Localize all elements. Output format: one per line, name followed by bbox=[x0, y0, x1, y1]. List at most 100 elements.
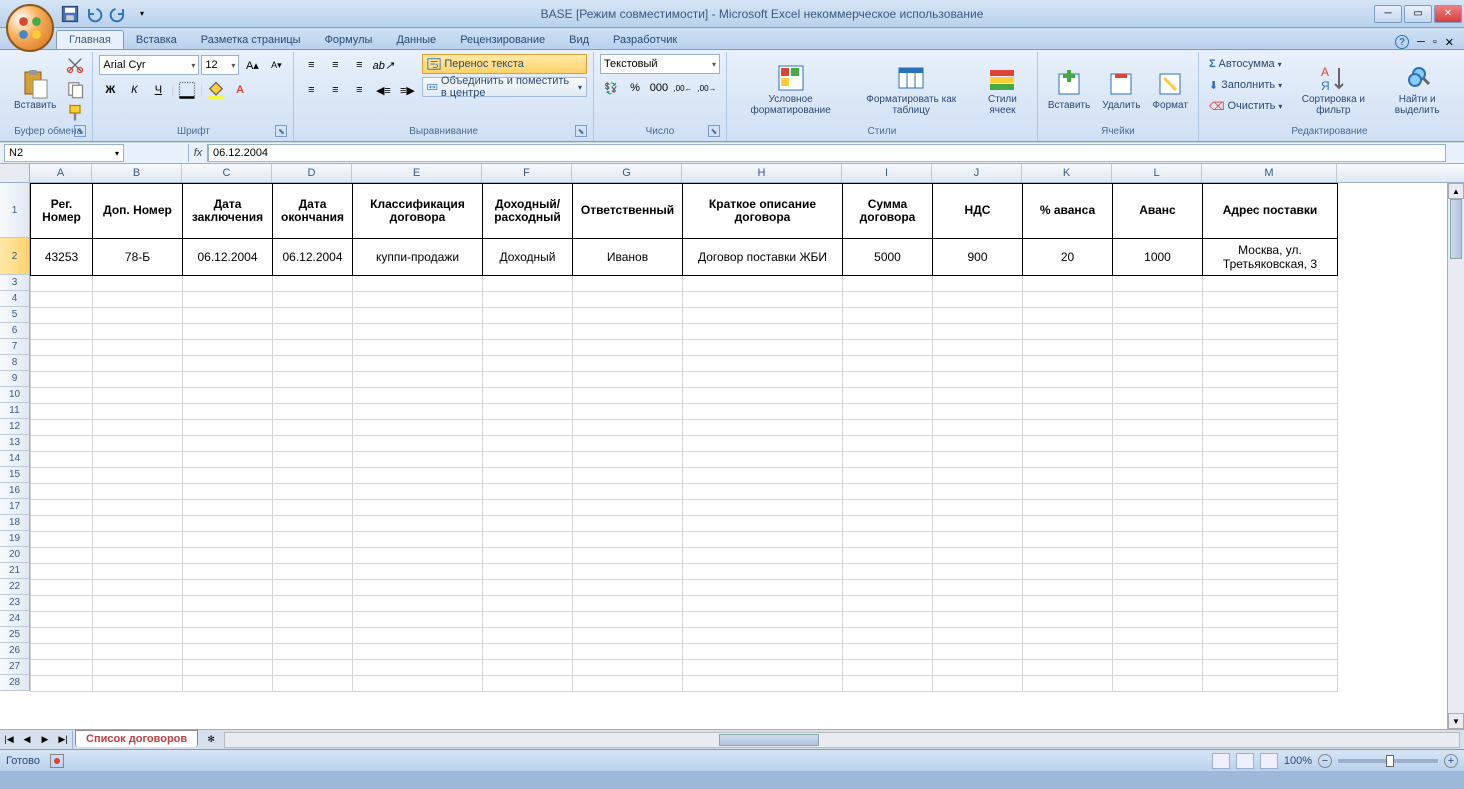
cut-icon[interactable] bbox=[64, 54, 86, 76]
empty-cell[interactable] bbox=[933, 532, 1023, 548]
autosum-button[interactable]: Σ Автосумма ▾ bbox=[1205, 54, 1286, 74]
empty-cell[interactable] bbox=[683, 564, 843, 580]
find-select-button[interactable]: Найти и выделить bbox=[1380, 54, 1454, 124]
empty-cell[interactable] bbox=[683, 676, 843, 692]
empty-cell[interactable] bbox=[353, 628, 483, 644]
header-cell[interactable]: Аванс bbox=[1113, 184, 1203, 239]
number-launcher-icon[interactable]: ⬊ bbox=[708, 125, 720, 137]
empty-cell[interactable] bbox=[273, 452, 353, 468]
empty-cell[interactable] bbox=[353, 516, 483, 532]
empty-cell[interactable] bbox=[31, 404, 93, 420]
empty-cell[interactable] bbox=[1203, 452, 1338, 468]
minimize-button[interactable]: ─ bbox=[1374, 5, 1402, 23]
empty-cell[interactable] bbox=[1023, 404, 1113, 420]
row-header[interactable]: 15 bbox=[0, 467, 29, 483]
empty-cell[interactable] bbox=[1023, 468, 1113, 484]
row-header[interactable]: 23 bbox=[0, 595, 29, 611]
empty-cell[interactable] bbox=[1113, 628, 1203, 644]
tab-formulas[interactable]: Формулы bbox=[313, 31, 385, 49]
empty-cell[interactable] bbox=[1203, 468, 1338, 484]
qat-customize-icon[interactable]: ▾ bbox=[132, 4, 152, 24]
empty-cell[interactable] bbox=[183, 548, 273, 564]
empty-cell[interactable] bbox=[1113, 676, 1203, 692]
empty-cell[interactable] bbox=[1113, 516, 1203, 532]
empty-cell[interactable] bbox=[183, 628, 273, 644]
empty-cell[interactable] bbox=[683, 628, 843, 644]
conditional-format-button[interactable]: Условное форматирование bbox=[733, 54, 848, 124]
empty-cell[interactable] bbox=[1113, 292, 1203, 308]
empty-cell[interactable] bbox=[183, 404, 273, 420]
empty-cell[interactable] bbox=[843, 516, 933, 532]
column-header[interactable]: H bbox=[682, 164, 842, 182]
format-painter-icon[interactable] bbox=[64, 102, 86, 124]
empty-cell[interactable] bbox=[843, 468, 933, 484]
clear-button[interactable]: ⌫ Очистить ▾ bbox=[1205, 96, 1286, 116]
empty-cell[interactable] bbox=[933, 276, 1023, 292]
empty-cell[interactable] bbox=[933, 612, 1023, 628]
empty-cell[interactable] bbox=[1113, 436, 1203, 452]
row-header[interactable]: 3 bbox=[0, 275, 29, 291]
empty-cell[interactable] bbox=[933, 452, 1023, 468]
empty-cell[interactable] bbox=[933, 372, 1023, 388]
empty-cell[interactable] bbox=[843, 500, 933, 516]
empty-cell[interactable] bbox=[31, 292, 93, 308]
empty-cell[interactable] bbox=[1113, 468, 1203, 484]
empty-cell[interactable] bbox=[573, 420, 683, 436]
empty-cell[interactable] bbox=[183, 420, 273, 436]
empty-cell[interactable] bbox=[93, 292, 183, 308]
empty-cell[interactable] bbox=[1023, 340, 1113, 356]
empty-cell[interactable] bbox=[93, 644, 183, 660]
empty-cell[interactable] bbox=[483, 468, 573, 484]
comma-icon[interactable]: 000 bbox=[648, 77, 670, 99]
underline-icon[interactable]: Ч bbox=[147, 79, 169, 101]
empty-cell[interactable] bbox=[273, 356, 353, 372]
empty-cell[interactable] bbox=[933, 388, 1023, 404]
empty-cell[interactable] bbox=[683, 596, 843, 612]
row-header[interactable]: 25 bbox=[0, 627, 29, 643]
clipboard-launcher-icon[interactable]: ⬊ bbox=[74, 125, 86, 137]
empty-cell[interactable] bbox=[93, 532, 183, 548]
empty-cell[interactable] bbox=[31, 548, 93, 564]
zoom-level[interactable]: 100% bbox=[1284, 755, 1312, 767]
row-header[interactable]: 20 bbox=[0, 547, 29, 563]
row-header[interactable]: 13 bbox=[0, 435, 29, 451]
sheet-nav-prev-icon[interactable]: ◀ bbox=[18, 731, 36, 749]
empty-cell[interactable] bbox=[31, 596, 93, 612]
empty-cell[interactable] bbox=[353, 676, 483, 692]
empty-cell[interactable] bbox=[183, 644, 273, 660]
empty-cell[interactable] bbox=[843, 356, 933, 372]
empty-cell[interactable] bbox=[483, 516, 573, 532]
empty-cell[interactable] bbox=[843, 324, 933, 340]
empty-cell[interactable] bbox=[1023, 484, 1113, 500]
empty-cell[interactable] bbox=[31, 356, 93, 372]
empty-cell[interactable] bbox=[273, 532, 353, 548]
empty-cell[interactable] bbox=[933, 292, 1023, 308]
empty-cell[interactable] bbox=[31, 564, 93, 580]
empty-cell[interactable] bbox=[1023, 356, 1113, 372]
empty-cell[interactable] bbox=[93, 356, 183, 372]
row-header[interactable]: 17 bbox=[0, 499, 29, 515]
empty-cell[interactable] bbox=[31, 468, 93, 484]
empty-cell[interactable] bbox=[843, 660, 933, 676]
header-cell[interactable]: Классификация договора bbox=[353, 184, 483, 239]
empty-cell[interactable] bbox=[273, 548, 353, 564]
empty-cell[interactable] bbox=[933, 468, 1023, 484]
empty-cell[interactable] bbox=[183, 580, 273, 596]
empty-cell[interactable] bbox=[1023, 660, 1113, 676]
empty-cell[interactable] bbox=[1113, 340, 1203, 356]
empty-cell[interactable] bbox=[31, 436, 93, 452]
header-cell[interactable]: Доп. Номер bbox=[93, 184, 183, 239]
row-header[interactable]: 2 bbox=[0, 238, 29, 275]
header-cell[interactable]: Дата заключения bbox=[183, 184, 273, 239]
empty-cell[interactable] bbox=[573, 564, 683, 580]
empty-cell[interactable] bbox=[93, 388, 183, 404]
empty-cell[interactable] bbox=[1023, 452, 1113, 468]
empty-cell[interactable] bbox=[1113, 564, 1203, 580]
empty-cell[interactable] bbox=[573, 532, 683, 548]
empty-cell[interactable] bbox=[93, 468, 183, 484]
number-format-combo[interactable]: Текстовый▾ bbox=[600, 54, 720, 74]
empty-cell[interactable] bbox=[843, 628, 933, 644]
empty-cell[interactable] bbox=[31, 372, 93, 388]
empty-cell[interactable] bbox=[1113, 596, 1203, 612]
empty-cell[interactable] bbox=[93, 372, 183, 388]
